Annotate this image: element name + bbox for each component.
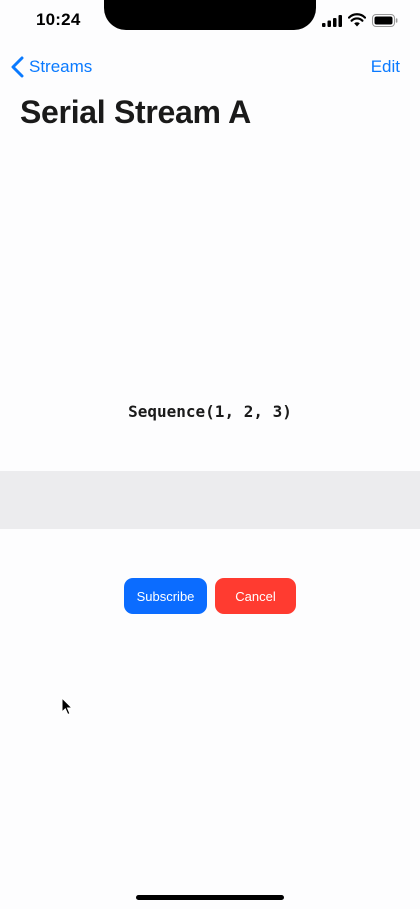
back-button[interactable]: Streams (10, 54, 92, 80)
battery-icon (372, 14, 398, 27)
device-notch (104, 0, 316, 30)
cancel-button[interactable]: Cancel (215, 578, 296, 614)
stream-output-area (0, 471, 420, 529)
status-time: 10:24 (36, 10, 81, 29)
page-title: Serial Stream A (20, 94, 251, 130)
signal-icon (322, 15, 342, 27)
edit-button[interactable]: Edit (371, 57, 400, 77)
chevron-left-icon (11, 56, 24, 78)
mouse-cursor-icon (61, 697, 73, 716)
app-screen: 10:24 Streams Edit Serial Stream A Seque… (0, 0, 420, 909)
status-bar: 10:24 (0, 0, 420, 44)
back-button-label: Streams (29, 57, 93, 76)
sequence-label: Sequence(1, 2, 3) (128, 402, 292, 421)
wifi-icon (348, 13, 366, 27)
home-indicator[interactable] (136, 895, 284, 900)
subscribe-button[interactable]: Subscribe (124, 578, 207, 614)
